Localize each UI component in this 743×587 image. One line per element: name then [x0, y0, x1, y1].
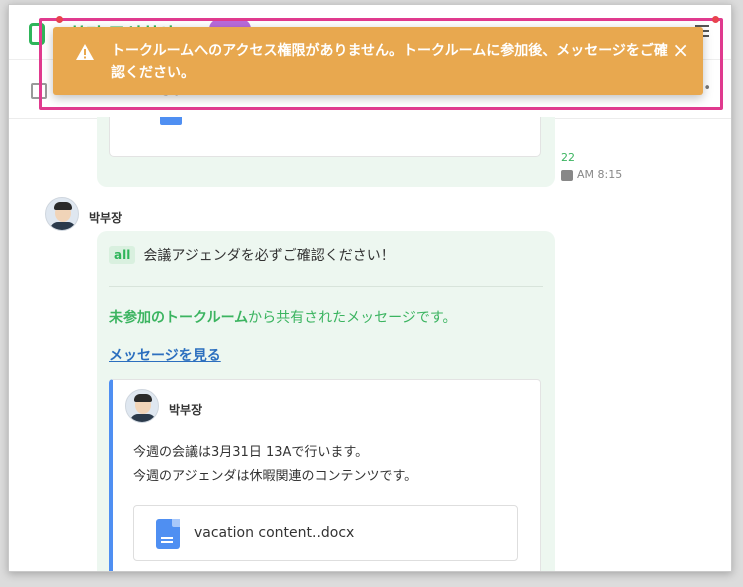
quoted-body: 今週の会議は3月31日 13Aで行います。 今週のアジェンダは休暇関連のコンテン…	[133, 441, 417, 489]
previous-file-card[interactable]	[109, 117, 541, 157]
shared-notice: 未参加のトークルームから共有されたメッセージです。	[109, 307, 457, 327]
access-warning-toast: トークルームへのアクセス権限がありません。トークルームに参加後、メッセージをご確…	[53, 27, 703, 95]
shared-suffix: から共有されたメッセージです。	[248, 310, 457, 326]
quoted-sender-name: 박부장	[169, 403, 203, 417]
file-icon	[156, 519, 180, 549]
divider	[109, 286, 543, 287]
file-name: vacation content..docx	[194, 525, 355, 541]
mention-tag[interactable]: all	[109, 246, 136, 264]
highlight-marker	[56, 16, 63, 23]
shared-room-link[interactable]: 未参加のトークルーム	[109, 310, 248, 326]
warning-triangle-icon	[76, 44, 94, 60]
quoted-avatar	[125, 389, 159, 423]
app-window: 참디 주식회사 ★ MK Team 23 ••• 22 AM 8:15 박부장 …	[8, 4, 732, 572]
avatar[interactable]	[45, 197, 79, 231]
view-message-link[interactable]: メッセージを見る	[109, 345, 221, 365]
document-icon	[160, 117, 182, 125]
mention-row: all 会議アジェンダを必ずご確認ください！	[109, 245, 395, 265]
reaction-count: 22	[561, 151, 575, 164]
like-icon[interactable]	[561, 169, 573, 181]
message-time: AM 8:15	[577, 168, 623, 181]
sender-name: 박부장	[89, 211, 123, 225]
close-icon[interactable]: ×	[672, 40, 689, 60]
quoted-line-2: 今週のアジェンダは休暇関連のコンテンツです。	[133, 469, 418, 484]
toast-message: トークルームへのアクセス権限がありません。トークルームに参加後、メッセージをご確…	[111, 43, 668, 81]
highlight-marker	[712, 16, 719, 23]
quoted-line-1: 今週の会議は3月31日 13Aで行います。	[133, 445, 369, 460]
file-attachment[interactable]: vacation content..docx	[133, 505, 518, 561]
mention-text: 会議アジェンダを必ずご確認ください！	[143, 248, 395, 264]
previous-message-meta: 22 AM 8:15	[561, 151, 622, 182]
